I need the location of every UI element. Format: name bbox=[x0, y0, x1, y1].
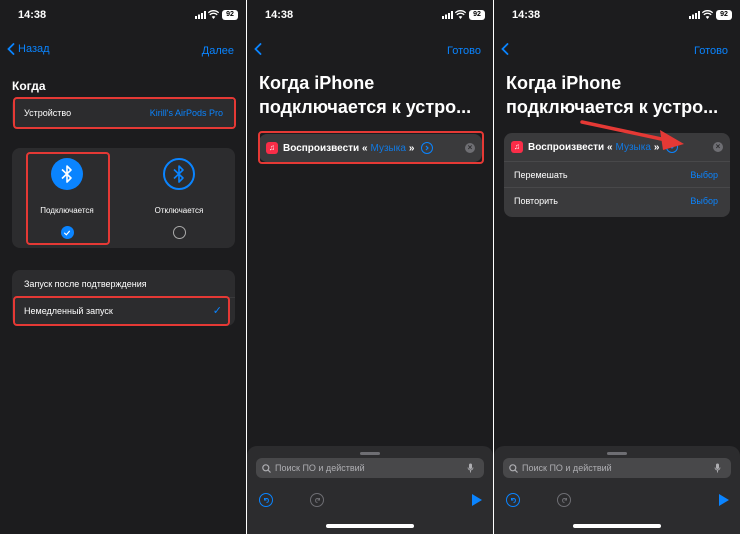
editor-toolbar bbox=[494, 488, 740, 512]
title-line-1: Когда iPhone bbox=[259, 73, 375, 93]
search-placeholder: Поиск ПО и действий bbox=[275, 463, 365, 473]
screen-automation-trigger: 14:38 92 Назад Далее Когда Устройство Ki… bbox=[0, 0, 246, 534]
search-field[interactable]: Поиск ПО и действий bbox=[503, 458, 731, 478]
battery-icon: 92 bbox=[469, 10, 485, 20]
done-button[interactable]: Готово bbox=[447, 45, 481, 57]
remove-action-icon[interactable]: × bbox=[713, 142, 723, 152]
navigation-bar: Готово bbox=[494, 40, 740, 62]
status-time: 14:38 bbox=[512, 9, 541, 21]
editor-toolbar bbox=[247, 488, 493, 512]
param-shuffle: Перемешать Выбор bbox=[504, 161, 730, 187]
done-button[interactable]: Готово bbox=[694, 45, 728, 57]
disconnects-label: Отключается bbox=[154, 206, 204, 215]
microphone-icon[interactable] bbox=[714, 463, 721, 473]
wifi-icon bbox=[702, 10, 713, 19]
redo-icon bbox=[557, 493, 571, 507]
back-button[interactable]: Назад bbox=[7, 43, 50, 55]
battery-icon: 92 bbox=[716, 10, 732, 20]
back-button[interactable] bbox=[501, 43, 509, 55]
unchecked-circle-icon bbox=[172, 226, 186, 239]
chevron-left-icon bbox=[254, 43, 262, 55]
navigation-bar: Готово bbox=[247, 40, 493, 62]
sheet-grabber[interactable] bbox=[607, 452, 627, 455]
section-title: Когда bbox=[12, 79, 46, 93]
search-icon bbox=[509, 463, 518, 473]
highlight-connects bbox=[26, 152, 110, 245]
title-line-1: Когда iPhone bbox=[506, 73, 622, 93]
page-title: Когда iPhone подключается к устро... bbox=[259, 71, 489, 119]
home-indicator bbox=[326, 524, 414, 528]
redo-icon bbox=[310, 493, 324, 507]
home-indicator bbox=[573, 524, 661, 528]
status-time: 14:38 bbox=[18, 9, 47, 21]
wifi-icon bbox=[208, 10, 219, 19]
cellular-signal-icon bbox=[195, 11, 206, 19]
undo-icon[interactable] bbox=[506, 493, 520, 507]
option-disconnects[interactable]: Отключается bbox=[134, 158, 224, 248]
search-field[interactable]: Поиск ПО и действий bbox=[256, 458, 484, 478]
sheet-grabber[interactable] bbox=[360, 452, 380, 455]
chevron-left-icon bbox=[7, 43, 15, 55]
next-button[interactable]: Далее bbox=[202, 45, 234, 57]
repeat-choose-button[interactable]: Выбор bbox=[690, 196, 718, 206]
music-note-icon: ♫ bbox=[511, 141, 523, 153]
status-bar: 14:38 92 bbox=[494, 0, 740, 30]
status-bar: 14:38 92 bbox=[0, 0, 246, 30]
navigation-bar: Назад Далее bbox=[0, 40, 246, 62]
param-repeat: Повторить Выбор bbox=[504, 187, 730, 213]
actions-panel: Поиск ПО и действий bbox=[494, 446, 740, 534]
undo-icon[interactable] bbox=[259, 493, 273, 507]
cellular-signal-icon bbox=[689, 11, 700, 19]
shuffle-label: Перемешать bbox=[514, 170, 568, 180]
play-icon[interactable] bbox=[472, 494, 482, 506]
wifi-icon bbox=[455, 10, 466, 19]
back-button[interactable] bbox=[254, 43, 262, 55]
play-icon[interactable] bbox=[719, 494, 729, 506]
chevron-left-icon bbox=[501, 43, 509, 55]
highlight-device bbox=[13, 97, 236, 129]
run-after-confirm-option[interactable]: Запуск после подтверждения bbox=[24, 279, 147, 289]
back-label: Назад bbox=[18, 43, 50, 55]
title-line-2: подключается к устро... bbox=[259, 97, 472, 117]
bluetooth-icon bbox=[163, 158, 195, 190]
screen-automation-action: 14:38 92 Готово Когда iPhone подключаетс… bbox=[247, 0, 493, 534]
highlight-action bbox=[258, 131, 484, 164]
status-time: 14:38 bbox=[265, 9, 294, 21]
annotation-arrow-icon bbox=[580, 120, 684, 150]
actions-panel: Поиск ПО и действий bbox=[247, 446, 493, 534]
search-icon bbox=[262, 463, 271, 473]
battery-icon: 92 bbox=[222, 10, 238, 20]
cellular-signal-icon bbox=[442, 11, 453, 19]
highlight-run-immediately bbox=[13, 296, 230, 326]
microphone-icon[interactable] bbox=[467, 463, 474, 473]
status-bar: 14:38 92 bbox=[247, 0, 493, 30]
shuffle-choose-button[interactable]: Выбор bbox=[690, 170, 718, 180]
screen-automation-action-expanded: 14:38 92 Готово Когда iPhone подключаетс… bbox=[494, 0, 740, 534]
repeat-label: Повторить bbox=[514, 196, 558, 206]
search-placeholder: Поиск ПО и действий bbox=[522, 463, 612, 473]
